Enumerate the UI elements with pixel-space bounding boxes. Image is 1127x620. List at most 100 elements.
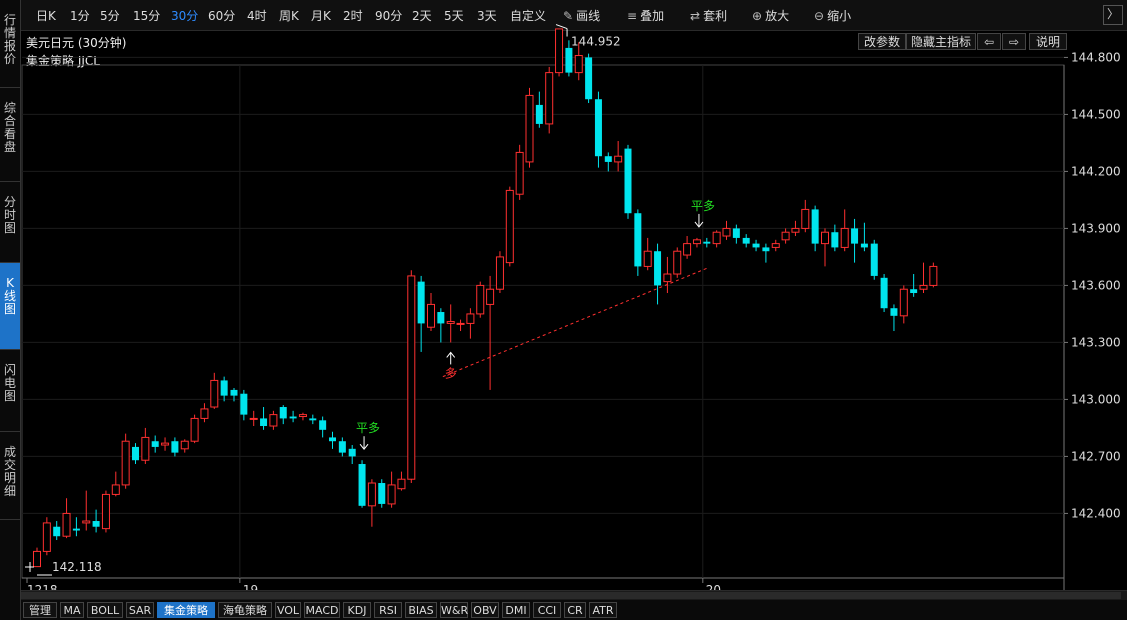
candle-body <box>890 308 898 316</box>
candle-body <box>319 420 327 430</box>
candle-body <box>831 232 839 248</box>
candle-body <box>378 483 386 504</box>
candle-body <box>565 47 573 73</box>
indicator-tab-2[interactable]: BOLL <box>87 602 123 618</box>
low-value-label: 142.118 <box>52 560 102 574</box>
candle-body <box>446 321 455 324</box>
candle-body <box>180 440 189 450</box>
candle-body <box>210 379 219 408</box>
candle-body <box>161 442 170 446</box>
candle-body <box>230 389 238 396</box>
candle-body <box>82 520 91 524</box>
indicator-tab-14[interactable]: CCI <box>533 602 561 618</box>
candle-body <box>33 550 41 568</box>
candle-body <box>486 288 495 305</box>
candle-body <box>329 437 336 442</box>
candle-body <box>604 156 612 162</box>
candle-body <box>899 288 908 317</box>
candle-body <box>200 408 209 419</box>
candle-body <box>92 521 100 527</box>
candle-body <box>348 448 356 457</box>
candle-body <box>771 243 780 248</box>
candle-body <box>811 209 819 244</box>
candle-body <box>851 228 859 244</box>
indicator-tab-12[interactable]: OBV <box>471 602 499 618</box>
candle-body <box>703 241 711 244</box>
candle-body <box>407 275 416 480</box>
candle-body <box>298 414 307 418</box>
candle-body <box>752 243 760 248</box>
signal-label: 平多 <box>356 421 380 435</box>
candle-body <box>220 380 228 396</box>
indicator-tab-1[interactable]: MA <box>60 602 84 618</box>
candle-body <box>240 393 248 415</box>
indicator-tab-11[interactable]: W&R <box>440 602 468 618</box>
candle-body <box>72 528 80 531</box>
candle-body <box>111 484 120 495</box>
y-tick-label: 144.800 <box>1071 50 1121 64</box>
indicator-tab-9[interactable]: RSI <box>374 602 402 618</box>
indicator-tab-6[interactable]: VOL <box>275 602 301 618</box>
candle-body <box>62 512 71 537</box>
high-value-label: 144.952 <box>571 35 621 49</box>
candle-body <box>574 55 583 74</box>
candle-body <box>722 227 731 237</box>
candle-body <box>860 243 868 248</box>
candlestick-chart[interactable]: 142.400 142.700 143.000 143.300 143.600 143.9… <box>0 0 1127 600</box>
candle-body <box>781 231 790 241</box>
indicator-tab-7[interactable]: MACD <box>304 602 340 618</box>
candle-body <box>919 284 928 290</box>
candle-body <box>712 231 721 245</box>
candle-body <box>171 441 179 453</box>
candle-body <box>525 94 534 163</box>
candle-body <box>397 478 406 490</box>
candle-body <box>358 464 366 506</box>
candle-body <box>456 322 465 325</box>
candle-body <box>801 208 810 229</box>
candle-body <box>367 482 376 507</box>
candle-body <box>466 313 475 324</box>
candle-body <box>515 151 524 195</box>
indicator-tab-3[interactable]: SAR <box>126 602 154 618</box>
candle-body <box>791 227 800 233</box>
candle-body <box>870 243 878 276</box>
candle-body <box>663 273 672 283</box>
high-marker-line <box>555 24 568 30</box>
candle-body <box>269 414 278 427</box>
candle-body <box>683 243 692 256</box>
candle-body <box>594 99 602 157</box>
chart-scroll-thumb[interactable] <box>21 592 1121 599</box>
indicator-tab-0[interactable]: 管理 <box>23 602 57 618</box>
indicator-tab-13[interactable]: DMI <box>502 602 530 618</box>
indicator-tab-10[interactable]: BIAS <box>405 602 437 618</box>
indicator-tab-15[interactable]: CR <box>564 602 586 618</box>
y-tick-label: 142.700 <box>1071 449 1121 463</box>
candle-body <box>101 493 110 530</box>
candle-body <box>495 256 504 290</box>
candle-body <box>151 441 159 447</box>
y-tick-label: 144.500 <box>1071 107 1121 121</box>
candle-body <box>545 72 554 125</box>
candle-body <box>880 277 888 309</box>
candle-body <box>437 312 445 324</box>
candle-body <box>309 418 317 421</box>
candle-body <box>929 265 938 286</box>
candle-body <box>417 281 425 324</box>
indicator-tab-4[interactable]: 集金策略 <box>157 602 215 618</box>
candle-body <box>673 250 682 275</box>
signal-label: 平多 <box>691 199 715 213</box>
indicator-tab-8[interactable]: KDJ <box>343 602 371 618</box>
plot-frame <box>21 64 1065 579</box>
candle-body <box>279 407 287 419</box>
candle-body <box>535 104 543 124</box>
candle-body <box>427 303 435 328</box>
candle-body <box>821 231 829 245</box>
chart-scrollbar[interactable] <box>21 590 1127 600</box>
candle-body <box>289 416 297 419</box>
candle-body <box>840 227 849 248</box>
indicator-tab-5[interactable]: 海龟策略 <box>218 602 272 618</box>
y-tick-label: 143.600 <box>1071 278 1121 292</box>
candle-body <box>53 526 61 537</box>
candle-body <box>910 289 918 294</box>
indicator-tab-16[interactable]: ATR <box>589 602 617 618</box>
